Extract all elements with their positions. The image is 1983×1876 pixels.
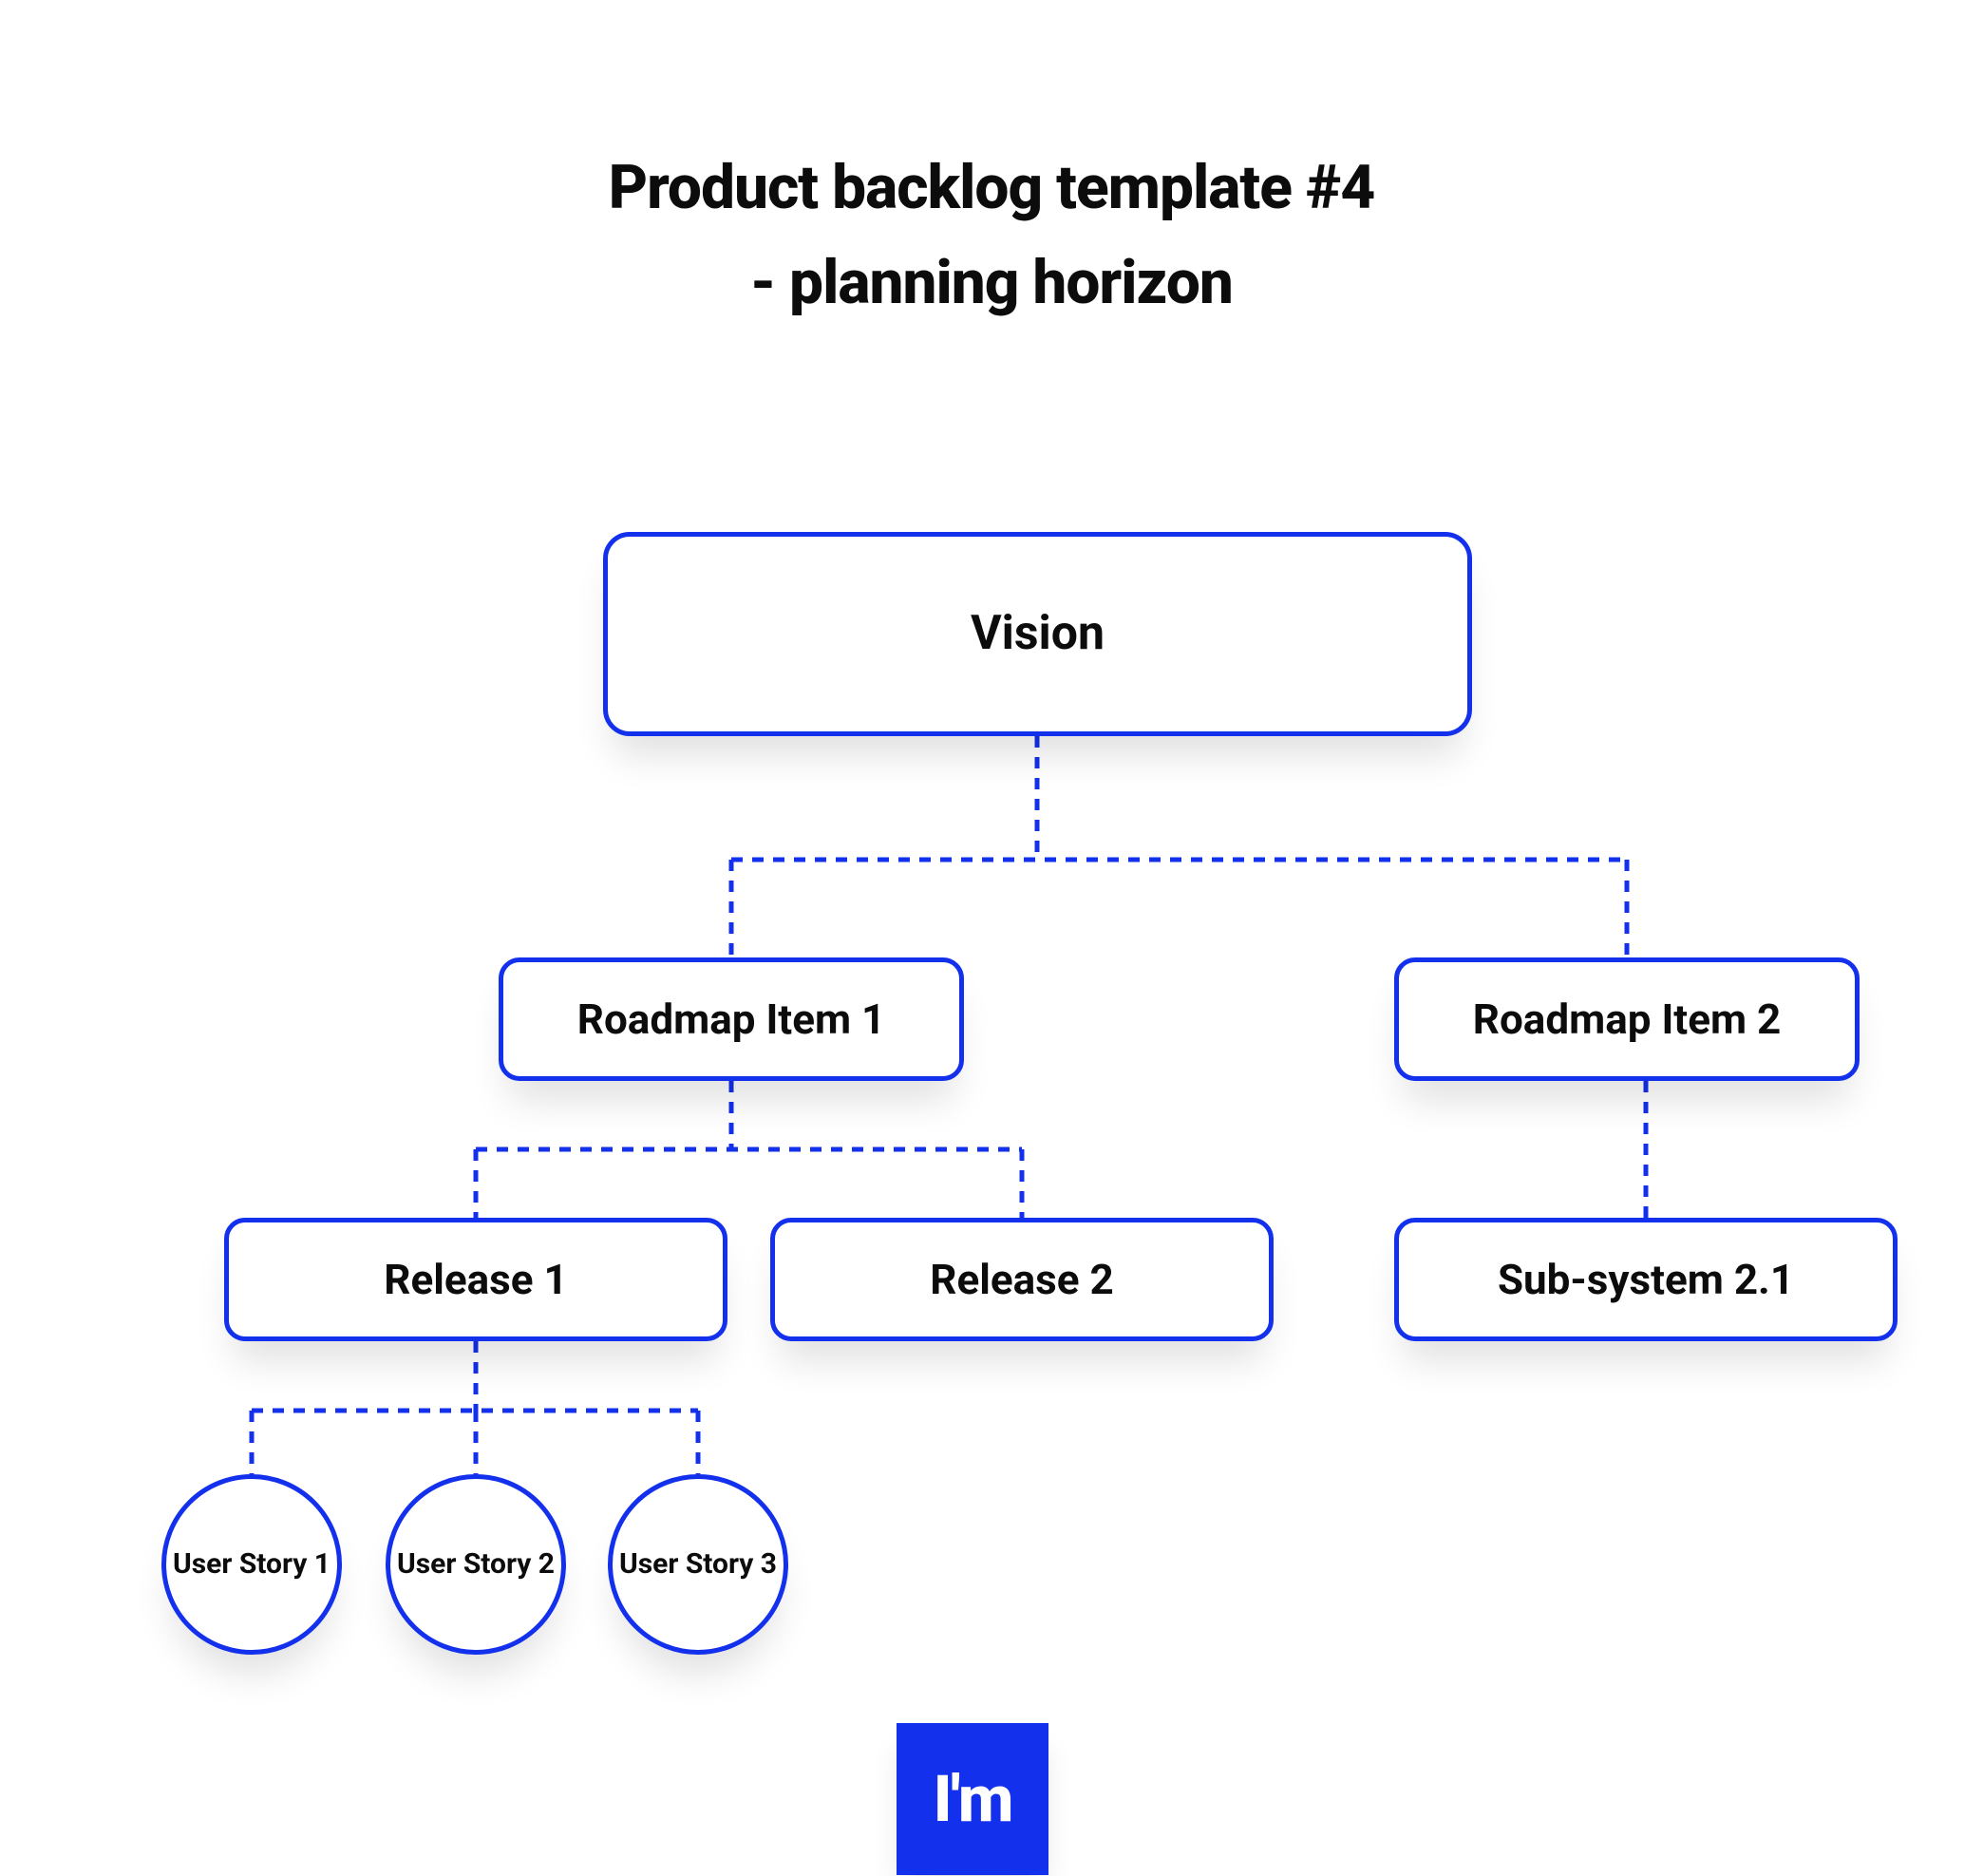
brand-logo: I'm (897, 1723, 1048, 1875)
node-user-story-3-label: User Story 3 (619, 1548, 777, 1582)
node-release-1-label: Release 1 (384, 1256, 567, 1304)
node-vision: Vision (603, 532, 1472, 736)
node-roadmap-1-label: Roadmap Item 1 (577, 995, 886, 1044)
brand-logo-text: I'm (933, 1761, 1011, 1837)
title-line-1: Product backlog template #4 (0, 152, 1983, 223)
node-user-story-3: User Story 3 (608, 1474, 788, 1655)
node-user-story-1-label: User Story 1 (173, 1548, 330, 1582)
node-roadmap-1: Roadmap Item 1 (499, 957, 964, 1081)
node-subsystem-2-1-label: Sub-system 2.1 (1498, 1256, 1794, 1304)
node-release-2: Release 2 (770, 1218, 1274, 1341)
node-vision-label: Vision (971, 607, 1105, 662)
title-line-2: - planning horizon (0, 247, 1983, 318)
node-user-story-2-label: User Story 2 (397, 1548, 555, 1582)
node-roadmap-2: Roadmap Item 2 (1394, 957, 1860, 1081)
node-release-1: Release 1 (224, 1218, 727, 1341)
node-user-story-1: User Story 1 (161, 1474, 342, 1655)
node-subsystem-2-1: Sub-system 2.1 (1394, 1218, 1898, 1341)
node-user-story-2: User Story 2 (386, 1474, 566, 1655)
node-roadmap-2-label: Roadmap Item 2 (1473, 995, 1782, 1044)
diagram-canvas: Product backlog template #4 - planning h… (0, 0, 1983, 1876)
node-release-2-label: Release 2 (930, 1256, 1113, 1304)
